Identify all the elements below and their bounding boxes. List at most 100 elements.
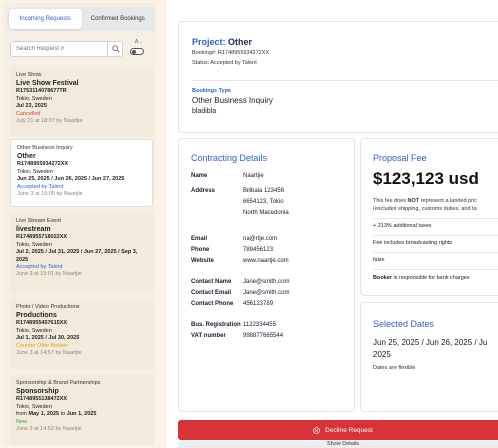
contract-row-vat: VAT number 998877665544: [191, 331, 351, 342]
divider: [373, 218, 498, 219]
sort-toggle[interactable]: [130, 48, 144, 55]
request-ref: R1748955457615XX: [16, 320, 68, 327]
bank-party: Booker: [373, 275, 392, 281]
list-item[interactable]: Live Show Live Show Festival R1753114078…: [10, 67, 153, 137]
request-ref: R1748955138472XX: [16, 396, 68, 403]
fee-flag: false: [373, 257, 385, 263]
divider: [373, 269, 498, 270]
request-meta: July 21 at 18:07 by Naartjie: [16, 118, 83, 125]
contracting-details: Name Naartjie Address Bilibala 123456 6654…: [191, 171, 351, 342]
dates-to: to: [60, 411, 66, 418]
dates-line: 2025: [373, 350, 391, 359]
request-dates: Jul 23, 2025: [16, 103, 47, 110]
field-label: Email: [191, 236, 208, 242]
tab-confirmed-bookings[interactable]: Confirmed Bookings: [82, 9, 155, 29]
address-line: North Macedonia: [243, 210, 289, 216]
field-value: Bilibala 123456 6654123, Tokio North Maced…: [243, 186, 351, 219]
show-details-label: Show Details: [326, 441, 360, 447]
request-meta: June 3 at 15:01 by Naartjie: [16, 271, 82, 278]
field-label: Website: [191, 258, 214, 264]
toggle-knob: [132, 50, 136, 54]
list-item[interactable]: Photo / Video Productions Productions R1…: [10, 299, 153, 369]
request-location: Tokio, Sweden: [17, 168, 53, 175]
request-ref: R1748955934272XX: [17, 161, 69, 168]
list-item[interactable]: Live Stream Event livestream R1748955718…: [10, 213, 153, 293]
status-badge: Counter Offer Booker: [16, 342, 69, 349]
decline-label: Decline Request: [325, 426, 373, 434]
request-meta: June 3 at 15:05 by Naartjie: [17, 191, 83, 198]
field-value: Jane@smith.com: [243, 290, 290, 296]
dates-flexible-note: Dates are flexible: [373, 365, 416, 371]
request-title: Productions: [16, 312, 57, 320]
contract-row-phone: Phone 789456123: [191, 245, 351, 256]
tab-incoming-requests[interactable]: Incoming Requests: [9, 9, 82, 29]
request-location: Tokio, Sweden: [16, 95, 52, 102]
field-label: VAT number: [191, 333, 226, 339]
status-badge: Cancelled: [16, 110, 41, 117]
request-detail: Project: Other Booking#: R1748955934272X…: [165, 0, 498, 448]
request-type: Live Show: [16, 72, 42, 78]
divider: [373, 235, 498, 236]
fee-note-emphasis: NOT: [407, 198, 420, 204]
proposal-title: Proposal Fee: [373, 153, 427, 163]
request-title: Other: [17, 153, 36, 161]
address-line: Bilibala 123456: [243, 188, 285, 194]
request-type: Photo / Video Productions: [16, 304, 80, 310]
contracting-card: Contracting Details Name Naartjie Address…: [178, 138, 355, 412]
proposal-fee-card: Proposal Fee $123,123 usd This fee does …: [360, 138, 498, 296]
booking-status: Status: Accepted by Talent: [192, 60, 257, 66]
request-meta: June 3 at 14:52 by Naartjie: [16, 426, 82, 433]
request-location: Tokio, Sweden: [16, 241, 52, 248]
fee-bank-charges: Booker is responsible for bank charges: [373, 275, 470, 281]
field-value: www.naartje.com: [243, 258, 289, 264]
fee-note-text: (excludes shipping, customs duties, and …: [373, 206, 477, 212]
tab-bar: Incoming Requests Confirmed Bookings: [7, 7, 155, 31]
proposal-amount: $123,123 usd: [373, 169, 479, 188]
fee-note: This fee does NOT represent a landed pri…: [373, 197, 477, 213]
request-type: Sponsorship & Brand Partnerships: [16, 380, 101, 386]
status-badge: New: [16, 418, 28, 425]
bank-text: is responsible for bank charges: [391, 275, 470, 281]
request-type: Live Stream Event: [16, 218, 61, 224]
contract-row-contact-email: Contact Email Jane@smith.com: [191, 288, 351, 299]
request-dates: Jun 25, 2025 / Jun 26, 2025 / Jun 27, 20…: [17, 176, 125, 183]
field-value: 1122334455: [243, 322, 276, 328]
field-label: Contact Name: [191, 279, 232, 285]
decline-request-button[interactable]: Decline Request: [178, 420, 498, 440]
bookings-type-label: Bookings Type: [192, 88, 232, 94]
selected-dates-title: Selected Dates: [373, 319, 435, 329]
fee-note-text: This fee does: [373, 198, 408, 204]
requests-panel: Incoming Requests Confirmed Bookings A→ …: [3, 3, 155, 445]
project-description: bladibla: [192, 108, 217, 115]
selected-dates-card: Selected Dates Jun 25, 2025 / Jun 26, 20…: [360, 302, 498, 412]
contract-row-address: Address Bilibala 123456 6654123, Tokio Nor…: [191, 186, 351, 219]
request-ref: R1753114078677TR: [16, 88, 67, 95]
field-label: Phone: [191, 247, 210, 253]
request-meta: June 3 at 14:57 by Naartjie: [16, 350, 82, 357]
contract-row-website: Website www.naartje.com: [191, 256, 351, 267]
field-label: Contact Phone: [191, 301, 234, 307]
contract-row-name: Name Naartjie: [191, 171, 351, 182]
divider: [373, 252, 498, 253]
list-item[interactable]: Sponsorship & Brand Partnerships Sponsor…: [10, 375, 153, 445]
contract-row-email: Email na@rtje.com: [191, 234, 351, 245]
field-value: 789456123: [243, 247, 274, 253]
contract-row-contact-phone: Contact Phone 456123789: [191, 299, 351, 310]
field-label: Bus. Registration: [191, 322, 241, 328]
dates-from: from: [16, 411, 27, 418]
address-line: 6654123, Tokio: [243, 199, 284, 205]
field-value: Jane@smith.com: [243, 279, 290, 285]
project-name: Other: [228, 37, 253, 47]
date-start: May 1, 2025: [28, 411, 60, 418]
booking-number: Booking#: R1748955934272XX: [192, 50, 270, 56]
search-button[interactable]: [107, 41, 123, 57]
field-label: Address: [191, 188, 216, 194]
show-details-button[interactable]: Show Details: [178, 441, 498, 448]
date-end: Jun 1, 2025: [66, 411, 97, 418]
field-value: Naartjie: [243, 173, 264, 179]
contract-row-contact-name: Contact Name Jane@smith.com: [191, 277, 351, 288]
divider: [192, 80, 498, 81]
list-item[interactable]: Other Business Inquiry Other R1748955934…: [10, 139, 153, 207]
field-value: 998877665544: [243, 333, 284, 339]
request-dates: Jul 2, 2025 / Jul 31, 2025 / Jun 27, 202…: [16, 249, 138, 263]
